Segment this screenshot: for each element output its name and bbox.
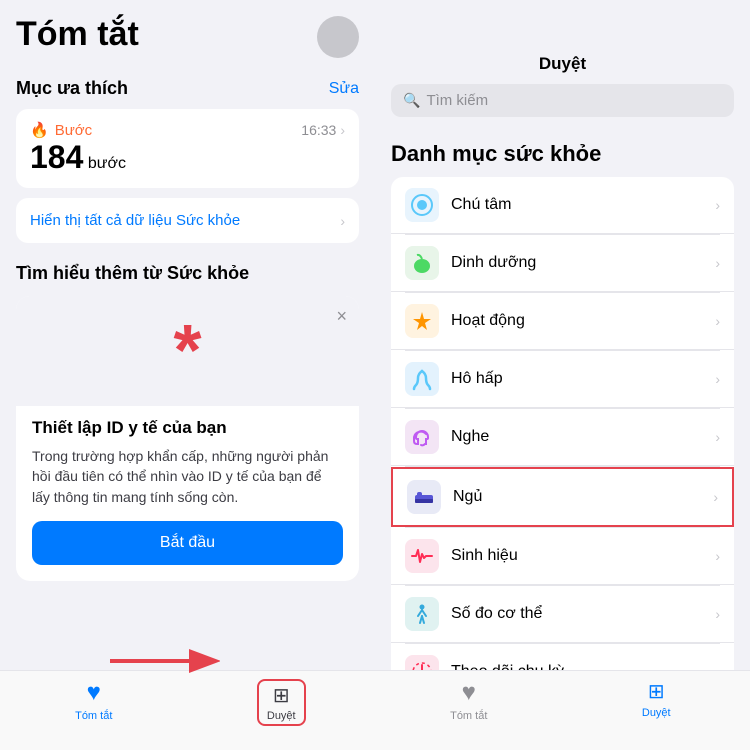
left-header: Tóm tắt <box>16 16 359 58</box>
right-title: Duyệt <box>391 54 734 74</box>
learn-section-title: Tìm hiểu thêm từ Sức khỏe <box>16 263 359 284</box>
view-all-text: Hiển thị tất cả dữ liệu Sức khỏe <box>30 212 240 229</box>
category-item-ngu[interactable]: Ngủ › <box>391 467 734 527</box>
theo-doi-icon <box>405 655 439 670</box>
category-section-title: Danh mục sức khỏe <box>391 141 734 167</box>
category-item-theo-doi[interactable]: Theo dõi chu kỳ › <box>391 644 734 670</box>
steps-chevron-icon: › <box>340 122 345 138</box>
promo-icon-area: * <box>16 296 359 406</box>
nghe-icon <box>405 420 439 454</box>
tab-duyet-label: Duyệt <box>267 710 296 722</box>
view-all-chevron-icon: › <box>340 213 345 229</box>
dinh-duong-icon <box>405 246 439 280</box>
promo-body: Thiết lập ID y tế của bạn Trong trường h… <box>16 406 359 581</box>
ngu-chevron: › <box>713 489 718 505</box>
ngu-label: Ngủ <box>453 488 701 506</box>
tab-tom-tat-label: Tóm tắt <box>75 710 112 722</box>
ho-hap-chevron: › <box>715 371 720 387</box>
sinh-hieu-label: Sinh hiệu <box>451 547 703 565</box>
edit-link[interactable]: Sửa <box>329 80 359 98</box>
steps-count-row: 184 bước <box>30 139 345 176</box>
hoat-dong-chevron: › <box>715 313 720 329</box>
tab-duyet-right-label: Duyệt <box>642 707 671 719</box>
steps-header-row: 🔥 Bước 16:33 › <box>30 121 345 139</box>
avatar[interactable] <box>317 16 359 58</box>
ho-hap-icon <box>405 362 439 396</box>
sinh-hieu-icon <box>405 539 439 573</box>
search-bar[interactable]: 🔍 Tìm kiếm <box>391 84 734 117</box>
theo-doi-label: Theo dõi chu kỳ <box>451 663 703 670</box>
steps-count: 184 <box>30 139 83 175</box>
promo-desc: Trong trường hợp khẩn cấp, những người p… <box>32 446 343 507</box>
favorites-header: Mục ưa thích Sửa <box>16 78 359 99</box>
steps-time: 16:33 <box>301 122 336 138</box>
nghe-label: Nghe <box>451 428 703 446</box>
hoat-dong-label: Hoạt động <box>451 312 703 330</box>
ngu-icon <box>407 480 441 514</box>
sinh-hieu-chevron: › <box>715 548 720 564</box>
tab-tom-tat-left[interactable]: ♥ Tóm tắt <box>0 679 188 722</box>
close-icon[interactable]: × <box>336 306 347 327</box>
arrow-svg <box>100 643 220 679</box>
category-item-ho-hap[interactable]: Hô hấp › <box>391 351 734 408</box>
category-item-hoat-dong[interactable]: Hoạt động › <box>391 293 734 350</box>
so-do-chevron: › <box>715 606 720 622</box>
tab-duyet-right[interactable]: ⊞ Duyệt <box>563 679 750 719</box>
ho-hap-label: Hô hấp <box>451 370 703 388</box>
left-scroll-content: Tóm tắt Mục ưa thích Sửa 🔥 Bước 16:33 › … <box>0 0 375 670</box>
page-title: Tóm tắt <box>16 16 139 53</box>
start-button[interactable]: Bắt đầu <box>32 521 343 565</box>
left-panel: Tóm tắt Mục ưa thích Sửa 🔥 Bước 16:33 › … <box>0 0 375 750</box>
heart-icon-right: ♥ <box>462 679 476 707</box>
chu-tam-label: Chú tâm <box>451 196 703 214</box>
medical-asterisk-icon: * <box>173 315 201 387</box>
right-panel: Duyệt 🔍 Tìm kiếm Danh mục sức khỏe Chú t… <box>375 0 750 750</box>
view-all-card[interactable]: Hiển thị tất cả dữ liệu Sức khỏe › <box>16 198 359 243</box>
tab-bar-left: ♥ Tóm tắt ⊞ Duyệt <box>0 670 375 750</box>
category-item-nghe[interactable]: Nghe › <box>391 409 734 466</box>
so-do-label: Số đo cơ thể <box>451 605 703 623</box>
heart-icon: ♥ <box>87 679 101 707</box>
tab-tom-tat-right-label: Tóm tắt <box>450 710 487 722</box>
search-input[interactable]: Tìm kiếm <box>426 92 488 109</box>
promo-card: × * Thiết lập ID y tế của bạn Trong trườ… <box>16 296 359 581</box>
right-header: Duyệt 🔍 Tìm kiếm <box>375 0 750 127</box>
grid-icon: ⊞ <box>273 683 290 708</box>
hoat-dong-icon <box>405 304 439 338</box>
dinh-duong-chevron: › <box>715 255 720 271</box>
tab-tom-tat-right[interactable]: ♥ Tóm tắt <box>375 679 563 722</box>
tab-bar-right: ♥ Tóm tắt ⊞ Duyệt <box>375 670 750 750</box>
nghe-chevron: › <box>715 429 720 445</box>
dinh-duong-label: Dinh dưỡng <box>451 254 703 272</box>
category-item-sinh-hieu[interactable]: Sinh hiệu › <box>391 528 734 585</box>
flame-icon: 🔥 <box>30 121 49 139</box>
promo-title: Thiết lập ID y tế của bạn <box>32 418 343 438</box>
category-item-dinh-duong[interactable]: Dinh dưỡng › <box>391 235 734 292</box>
right-content: Danh mục sức khỏe Chú tâm › <box>375 127 750 670</box>
chu-tam-icon <box>405 188 439 222</box>
tab-duyet-box: ⊞ Duyệt <box>257 679 306 726</box>
favorites-title: Mục ưa thích <box>16 78 128 99</box>
tab-duyet-left[interactable]: ⊞ Duyệt <box>188 679 376 726</box>
steps-label: 🔥 Bước <box>30 121 92 139</box>
category-list: Chú tâm › Dinh dưỡng › <box>391 177 734 670</box>
grid-icon-right: ⊞ <box>648 679 665 704</box>
chu-tam-chevron: › <box>715 197 720 213</box>
steps-unit: bước <box>88 155 126 172</box>
search-icon: 🔍 <box>403 92 420 109</box>
so-do-icon <box>405 597 439 631</box>
category-item-chu-tam[interactable]: Chú tâm › <box>391 177 734 234</box>
steps-card[interactable]: 🔥 Bước 16:33 › 184 bước <box>16 109 359 188</box>
arrow-indicator <box>100 643 220 684</box>
category-item-so-do[interactable]: Số đo cơ thể › <box>391 586 734 643</box>
